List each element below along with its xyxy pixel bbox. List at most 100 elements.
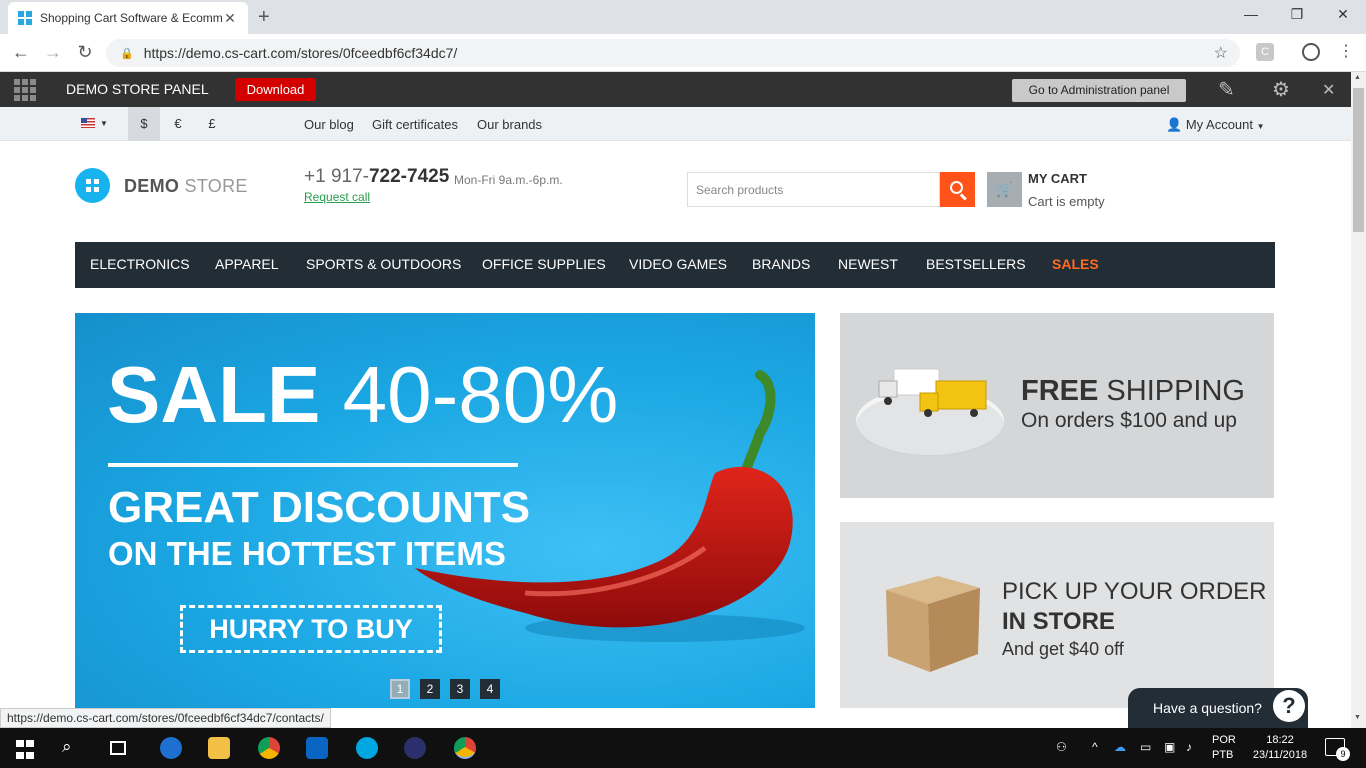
search-icon[interactable]: ⌕ <box>62 737 84 759</box>
pickup-in-store: IN STORE <box>1002 608 1115 635</box>
banner-sale-heading: SALE 40-80% <box>107 350 619 439</box>
browser-tab[interactable]: Shopping Cart Software & Ecomm ✕ <box>8 2 248 34</box>
panel-logo-icon <box>14 79 36 101</box>
notifications-icon[interactable]: 9 <box>1325 738 1350 761</box>
edit-icon[interactable]: ✎ <box>1218 77 1235 102</box>
menu-video-games[interactable]: VIDEO GAMES <box>629 256 727 272</box>
store-favicon-icon <box>18 11 32 25</box>
menu-sports-outdoors[interactable]: SPORTS & OUTDOORS <box>306 256 461 272</box>
browser-menu-icon[interactable]: ⋮ <box>1338 41 1354 61</box>
outlook-icon[interactable] <box>306 737 328 759</box>
free-shipping-title: FREE SHIPPING <box>1021 375 1245 407</box>
pickup-banner[interactable]: PICK UP YOUR ORDER IN STORE And get $40 … <box>840 522 1274 708</box>
banner-page-3[interactable]: 3 <box>450 679 470 699</box>
cardboard-box-image <box>886 576 980 672</box>
new-tab-icon[interactable]: + <box>258 6 270 29</box>
close-panel-icon[interactable]: ✕ <box>1322 80 1335 100</box>
language-caret-icon[interactable]: ▼ <box>100 119 108 128</box>
network-icon[interactable]: ▣ <box>1164 740 1175 754</box>
banner-page-4[interactable]: 4 <box>480 679 500 699</box>
file-explorer-icon[interactable] <box>208 737 230 759</box>
chrome-active-icon[interactable] <box>454 737 476 759</box>
scrollbar-thumb[interactable] <box>1353 88 1364 232</box>
windows-taskbar: ⌕ ⚇ ^ ☁ ▭ ▣ ♪ POR PTB 18:22 23/11/2018 9 <box>0 728 1366 768</box>
menu-brands[interactable]: BRANDS <box>752 256 810 272</box>
reload-icon[interactable]: ↻ <box>74 42 96 63</box>
cart-status: Cart is empty <box>1028 194 1105 209</box>
demo-store-panel: DEMO STORE PANEL Download Go to Administ… <box>0 72 1351 107</box>
search-input[interactable]: Search products <box>687 172 940 207</box>
my-account-menu[interactable]: 👤 My Account ▼ <box>1166 117 1265 133</box>
forward-icon[interactable]: → <box>42 42 64 63</box>
my-account-label: My Account <box>1185 117 1254 132</box>
menu-apparel[interactable]: APPAREL <box>215 256 279 272</box>
store-logo-icon[interactable] <box>75 168 110 203</box>
chrome-icon[interactable] <box>258 737 280 759</box>
banner-hottest: ON THE HOTTEST ITEMS <box>108 535 506 572</box>
currency-usd[interactable]: $ <box>128 107 160 141</box>
link-gift-certificates[interactable]: Gift certificates <box>372 117 458 132</box>
menu-electronics[interactable]: ELECTRONICS <box>90 256 190 272</box>
profile-icon[interactable] <box>1302 43 1320 61</box>
volume-icon[interactable]: ♪ <box>1186 740 1192 754</box>
clock[interactable]: 18:22 23/11/2018 <box>1248 733 1312 763</box>
browser-tab-bar: Shopping Cart Software & Ecomm ✕ + — ❐ ✕ <box>0 0 1366 34</box>
windows-start-icon[interactable] <box>16 740 38 762</box>
free-shipping-banner[interactable]: FREE SHIPPING On orders $100 and up <box>840 313 1274 498</box>
banner-pagination: 1 2 3 4 <box>390 679 500 699</box>
bookmark-star-icon[interactable]: ☆ <box>1214 43 1228 63</box>
scroll-down-icon[interactable]: ▼ <box>1354 714 1361 721</box>
back-icon[interactable]: ← <box>10 42 32 63</box>
url-text: https://demo.cs-cart.com/stores/0fceedbf… <box>143 45 458 61</box>
panel-title: DEMO STORE PANEL <box>66 81 209 97</box>
minimize-icon[interactable]: — <box>1228 6 1274 22</box>
address-bar: ← → ↻ 🔒 https://demo.cs-cart.com/stores/… <box>0 34 1366 72</box>
hero-banner[interactable]: SALE 40-80% GREAT DISCOUNTS ON THE HOTTE… <box>75 313 815 708</box>
edge-icon[interactable] <box>160 737 182 759</box>
skype-icon[interactable] <box>356 737 378 759</box>
search-button[interactable] <box>940 172 975 207</box>
banner-divider <box>108 463 518 467</box>
battery-icon[interactable]: ▭ <box>1140 740 1151 754</box>
link-our-blog[interactable]: Our blog <box>304 117 354 132</box>
download-button[interactable]: Download <box>235 78 316 101</box>
banner-page-1[interactable]: 1 <box>390 679 410 699</box>
settings-icon[interactable]: ⚙ <box>1272 77 1290 102</box>
people-icon[interactable]: ⚇ <box>1056 740 1067 754</box>
tray-chevron-icon[interactable]: ^ <box>1092 740 1098 754</box>
chat-label: Have a question? <box>1153 700 1262 716</box>
close-tab-icon[interactable]: ✕ <box>222 10 238 27</box>
link-our-brands[interactable]: Our brands <box>477 117 542 132</box>
menu-bestsellers[interactable]: BESTSELLERS <box>926 256 1026 272</box>
eclipse-icon[interactable] <box>404 737 426 759</box>
language-indicator[interactable]: POR PTB <box>1212 733 1236 763</box>
banner-discounts: GREAT DISCOUNTS <box>108 483 531 532</box>
cart-title[interactable]: MY CART <box>1028 171 1087 186</box>
store-logo-text[interactable]: DEMO STORE <box>124 176 248 197</box>
admin-panel-button[interactable]: Go to Administration panel <box>1012 79 1186 102</box>
onedrive-icon[interactable]: ☁ <box>1114 740 1126 754</box>
currency-eur[interactable]: € <box>162 107 194 141</box>
help-question-icon[interactable]: ? <box>1273 690 1305 722</box>
scroll-up-icon[interactable]: ▲ <box>1354 74 1361 81</box>
url-field[interactable]: 🔒 https://demo.cs-cart.com/stores/0fceed… <box>106 39 1240 67</box>
task-view-icon[interactable] <box>110 741 126 755</box>
extension-icon[interactable]: C <box>1256 43 1274 61</box>
status-url: https://demo.cs-cart.com/stores/0fceedbf… <box>0 708 331 728</box>
search-icon <box>950 181 963 194</box>
user-icon: 👤 <box>1166 117 1183 132</box>
menu-office-supplies[interactable]: OFFICE SUPPLIES <box>482 256 606 272</box>
request-call-link[interactable]: Request call <box>304 190 370 204</box>
cart-icon[interactable]: 🛒 <box>987 172 1022 207</box>
banner-page-2[interactable]: 2 <box>420 679 440 699</box>
chevron-down-icon: ▼ <box>1256 122 1265 131</box>
store-top-bar: ▼ $ € £ Our blog Gift certificates Our b… <box>0 107 1351 141</box>
restore-icon[interactable]: ❐ <box>1274 6 1320 23</box>
currency-gbp[interactable]: £ <box>196 107 228 141</box>
us-flag-icon[interactable] <box>81 118 95 128</box>
menu-sales[interactable]: SALES <box>1052 256 1099 272</box>
close-window-icon[interactable]: ✕ <box>1320 6 1366 23</box>
hurry-to-buy-button[interactable]: HURRY TO BUY <box>180 605 442 653</box>
menu-newest[interactable]: NEWEST <box>838 256 898 272</box>
delivery-trucks-image <box>856 368 1004 457</box>
